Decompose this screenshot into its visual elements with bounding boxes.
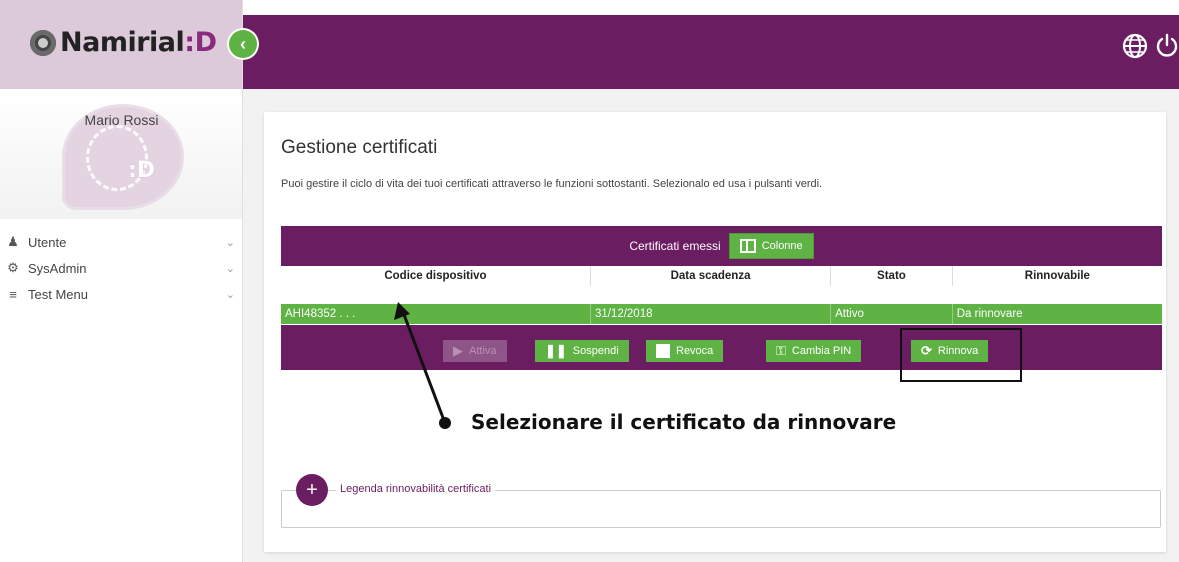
chevron-down-icon: ⌄ [225,288,235,301]
sidebar-item-sysadmin[interactable]: ⚙ SysAdmin ⌄ [0,255,243,281]
user-icon: ♟ [7,234,19,249]
sidebar-item-label: Utente [28,234,67,250]
attiva-label: Attiva [469,345,497,357]
app-logo: Namirial: D [30,27,217,58]
revoca-button[interactable]: Revoca [646,340,724,362]
gears-icon: ⚙ [7,260,19,275]
sidebar-item-test-menu[interactable]: ≡ Test Menu ⌄ [0,281,243,307]
expand-legend-button[interactable]: + [296,474,328,506]
avatar-id-mark: :D [128,158,156,183]
key-icon: ⚿ [776,343,786,358]
logout-power-icon[interactable] [1155,33,1179,66]
column-header-rinnovabile[interactable]: Rinnovabile [953,266,1162,286]
cell-rinnovabile: Da rinnovare [956,308,1023,320]
user-name: Mario Rossi [84,112,159,128]
logo-id: : [184,27,195,58]
plus-icon: + [306,478,318,501]
table-header-row: Codice dispositivo Data scadenza Stato R… [281,266,1162,287]
sidebar-item-label: Test Menu [28,286,88,302]
column-header-scadenza[interactable]: Data scadenza [591,266,832,286]
collapse-sidebar-button[interactable]: ‹ [229,30,257,58]
columns-button[interactable]: Colonne [728,233,814,259]
legend-panel [281,490,1161,528]
logo-suffix: D [194,27,217,58]
columns-icon [739,239,756,253]
revoca-label: Revoca [676,345,714,357]
chevron-left-icon: ‹ [240,33,246,54]
legend-label: Legenda rinnovabilità certificati [336,483,496,495]
sidebar-item-utente[interactable]: ♟ Utente ⌄ [0,229,243,255]
list-icon: ≡ [9,286,17,302]
language-globe-icon[interactable] [1122,33,1148,66]
columns-button-label: Colonne [761,240,803,252]
column-header-codice[interactable]: Codice dispositivo [281,266,591,286]
sospendi-label: Sospendi [572,345,619,357]
cambia-pin-label: Cambia PIN [791,345,852,357]
column-header-stato[interactable]: Stato [831,266,953,286]
page-subtitle: Puoi gestire il ciclo di vita dei tuoi c… [281,178,823,190]
rinnova-highlight-box [900,328,1022,382]
sidebar-item-label: SysAdmin [28,260,87,276]
logo-text: Namirial [60,27,185,58]
chevron-down-icon: ⌄ [225,236,235,249]
stop-icon [656,344,670,358]
table-caption: Certificati emessi [629,239,721,253]
table-caption-bar: Certificati emessi Colonne [281,226,1162,266]
page-title: Gestione certificati [281,137,438,158]
top-header-bar [243,15,1179,89]
cell-stato: Attivo [831,304,953,324]
annotation-arrow [394,302,451,429]
chevron-down-icon: ⌄ [225,262,235,275]
logo-mark-icon [30,29,56,56]
sospendi-button[interactable]: ❚❚ Sospendi [535,340,629,362]
cell-scadenza: 31/12/2018 [591,304,832,324]
pause-icon: ❚❚ [545,343,567,358]
cambia-pin-button[interactable]: ⚿ Cambia PIN [766,340,862,362]
annotation-text: Selezionare il certificato da rinnovare [471,410,897,434]
